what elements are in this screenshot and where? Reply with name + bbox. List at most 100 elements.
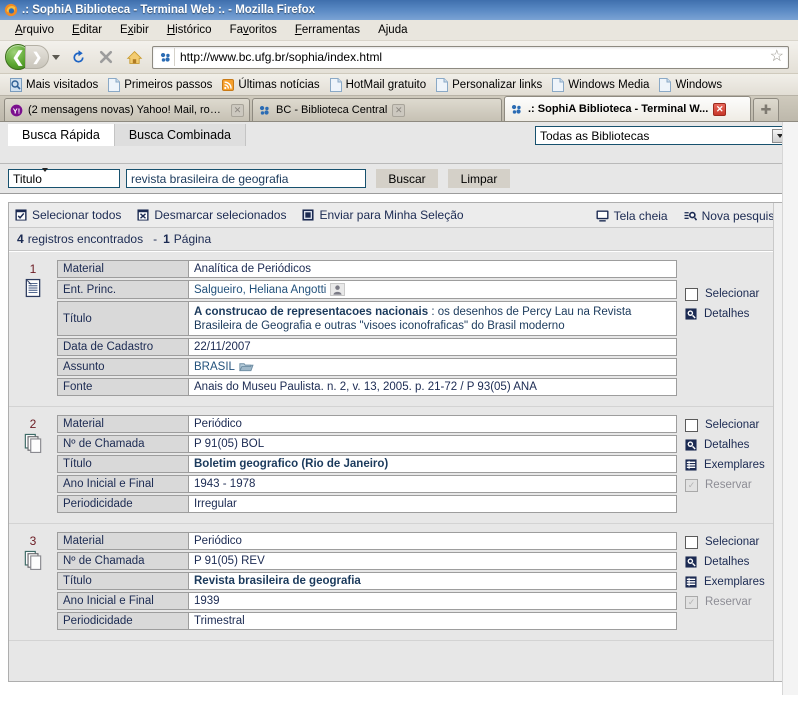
new-tab-button[interactable]: ✚ <box>753 98 779 121</box>
checkbox-icon[interactable] <box>685 418 698 432</box>
field-label: Título <box>57 572 189 590</box>
magnifier-icon[interactable] <box>685 439 697 451</box>
checkbox-icon[interactable] <box>685 535 698 549</box>
record-number: 3 <box>29 534 37 548</box>
checkbox-icon[interactable] <box>685 287 698 301</box>
menu-exibir[interactable]: Exibir <box>111 22 158 38</box>
deselect-label: Desmarcar selecionados <box>154 208 287 222</box>
record-reserve-label: Reservar <box>705 479 752 491</box>
bookmark-windows-media[interactable]: Windows Media <box>547 77 654 92</box>
browser-tab-label: .: SophiA Biblioteca - Terminal W... <box>528 103 709 115</box>
browser-tab-sophia-biblioteca[interactable]: .: SophiA Biblioteca - Terminal W... ✕ <box>504 96 751 121</box>
menu-historico[interactable]: Histórico <box>158 22 221 38</box>
search-button[interactable]: Buscar <box>376 169 438 188</box>
field-value-container: Boletim geografico (Rio de Janeiro) <box>189 455 677 473</box>
magnifier-icon[interactable] <box>685 556 697 568</box>
send-to-my-selection-action[interactable]: Enviar para Minha Seleção <box>302 208 464 222</box>
table-row: 3 Material Periódico Nº de Chamada P 91(… <box>9 524 789 641</box>
record-title[interactable]: Revista brasileira de geografia <box>194 575 361 587</box>
browser-tab-bc-biblioteca-central[interactable]: BC - Biblioteca Central ✕ <box>252 98 502 121</box>
browser-tab-yahoo[interactable]: Y! (2 mensagens novas) Yahoo! Mail, rose… <box>4 98 250 121</box>
bookmark-primeiros-passos[interactable]: Primeiros passos <box>103 77 217 92</box>
field-row: Título A construcao de representacoes na… <box>57 301 677 336</box>
yahoo-icon: Y! <box>10 104 23 117</box>
new-search-action[interactable]: Nova pesquisa <box>684 209 781 223</box>
field-label: Fonte <box>57 378 189 396</box>
serial-stack-icon <box>24 433 42 453</box>
forward-arrow-icon[interactable]: ❯ <box>25 45 49 69</box>
tab-busca-rapida[interactable]: Busca Rápida <box>8 124 115 146</box>
clear-button[interactable]: Limpar <box>448 169 510 188</box>
field-label: Ano Inicial e Final <box>57 475 189 493</box>
select-all-action[interactable]: Selecionar todos <box>15 208 121 222</box>
page-scrollbar[interactable] <box>782 122 798 695</box>
navigation-toolbar: ❮ ❯ http://www.bc.ufg.br/sophia/index.ht… <box>0 41 798 74</box>
field-row: Data de Cadastro 22/11/2007 <box>57 338 677 356</box>
field-label: Periodicidade <box>57 612 189 630</box>
browser-tab-label: BC - Biblioteca Central <box>276 104 388 116</box>
bookmark-hotmail-gratuito[interactable]: HotMail gratuito <box>325 77 432 92</box>
star-icon[interactable]: ☆ <box>770 49 784 65</box>
fullscreen-action[interactable]: Tela cheia <box>596 209 668 223</box>
menu-ferramentas[interactable]: Ferramentas <box>286 22 369 38</box>
browser-tabstrip: Y! (2 mensagens novas) Yahoo! Mail, rose… <box>0 96 798 122</box>
magnifier-icon[interactable] <box>685 308 697 320</box>
field-row: Ano Inicial e Final 1939 <box>57 592 677 610</box>
field-value-container: Salgueiro, Heliana Angotti <box>189 280 677 299</box>
table-row: 2 Material Periódico Nº de Chamada P 91(… <box>9 407 789 524</box>
home-icon[interactable] <box>120 43 148 71</box>
menu-ajuda[interactable]: Ajuda <box>369 22 416 38</box>
folder-icon[interactable] <box>239 361 254 373</box>
menu-bar: Arquivo Editar Exibir Histórico Favorito… <box>0 20 798 41</box>
url-bar[interactable]: http://www.bc.ufg.br/sophia/index.html ☆ <box>152 45 789 69</box>
url-text[interactable]: http://www.bc.ufg.br/sophia/index.html <box>180 50 770 64</box>
field-value[interactable]: Salgueiro, Heliana Angotti <box>194 284 326 296</box>
article-document-icon <box>25 278 41 298</box>
menu-favoritos[interactable]: Favoritos <box>221 22 286 38</box>
bookmark-windows[interactable]: Windows <box>654 77 727 92</box>
stop-icon[interactable] <box>92 43 120 71</box>
field-label: Periodicidade <box>57 495 189 513</box>
results-count-label: registros encontrados <box>27 232 144 246</box>
record-fields: Material Analítica de Periódicos Ent. Pr… <box>57 260 681 398</box>
person-icon[interactable] <box>330 283 346 296</box>
field-value: Anais do Museu Paulista. n. 2, v. 13, 20… <box>189 378 677 396</box>
tab-busca-combinada[interactable]: Busca Combinada <box>114 124 246 146</box>
record-title[interactable]: Boletim geografico (Rio de Janeiro) <box>194 458 388 470</box>
menu-arquivo[interactable]: Arquivo <box>6 22 63 38</box>
field-label: Ano Inicial e Final <box>57 592 189 610</box>
list-icon[interactable] <box>685 576 697 588</box>
list-icon[interactable] <box>685 459 697 471</box>
record-select-label: Selecionar <box>705 536 760 548</box>
bookmark-ultimas-noticias[interactable]: Últimas notícias <box>217 78 324 92</box>
record-number: 2 <box>29 417 37 431</box>
bookmark-label: Personalizar links <box>452 78 543 91</box>
record-index: 2 <box>9 415 57 515</box>
serial-stack-icon <box>24 550 42 570</box>
close-icon[interactable]: ✕ <box>231 103 244 117</box>
field-row: Material Periódico <box>57 532 677 550</box>
close-icon[interactable]: ✕ <box>713 102 727 116</box>
chevron-down-icon[interactable] <box>52 54 60 60</box>
field-value: 22/11/2007 <box>189 338 677 356</box>
field-value[interactable]: BRASIL <box>194 361 235 373</box>
page-icon <box>552 77 565 92</box>
bookmark-mais-visitados[interactable]: Mais visitados <box>5 77 103 92</box>
search-input[interactable]: revista brasileira de geografia <box>126 169 366 188</box>
reload-icon[interactable] <box>64 43 92 71</box>
library-select[interactable]: Todas as Bibliotecas <box>535 126 790 145</box>
bookmark-label: Primeiros passos <box>124 78 213 91</box>
tab-label: Busca Rápida <box>22 128 100 142</box>
field-label: Nº de Chamada <box>57 435 189 453</box>
chevron-down-icon[interactable] <box>41 167 48 186</box>
deselect-action[interactable]: Desmarcar selecionados <box>137 208 286 222</box>
record-title[interactable]: A construcao de representacoes nacionais <box>194 306 428 318</box>
rss-icon <box>222 78 235 92</box>
search-field-select[interactable]: Titulo <box>8 167 120 188</box>
field-row: Periodicidade Trimestral <box>57 612 677 630</box>
menu-editar[interactable]: Editar <box>63 22 111 38</box>
close-icon[interactable]: ✕ <box>392 103 406 117</box>
check-all-icon <box>15 209 27 221</box>
field-row: Ano Inicial e Final 1943 - 1978 <box>57 475 677 493</box>
bookmark-personalizar-links[interactable]: Personalizar links <box>431 77 547 92</box>
